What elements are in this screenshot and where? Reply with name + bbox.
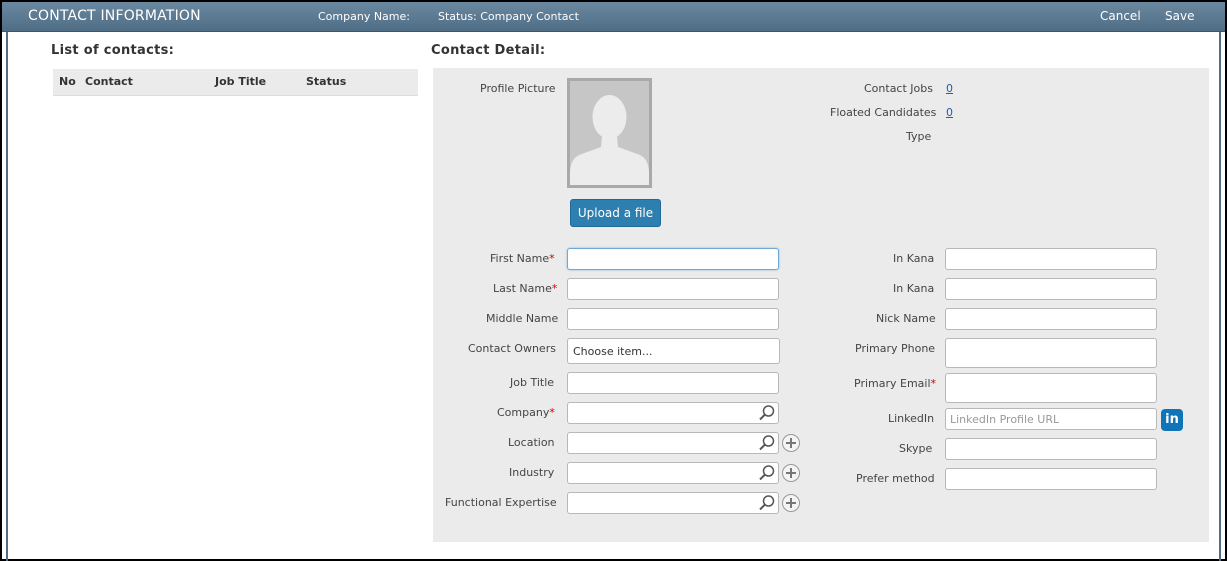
in-kana-last-input[interactable] xyxy=(945,278,1157,300)
top-bar: CONTACT INFORMATION Company Name: Status… xyxy=(2,2,1225,32)
first-name-label: First Name* xyxy=(490,252,555,265)
functional-expertise-input[interactable] xyxy=(567,492,779,514)
industry-add-icon[interactable] xyxy=(782,464,800,482)
location-search-icon[interactable] xyxy=(758,434,776,452)
first-name-input[interactable] xyxy=(567,248,779,270)
functional-expertise-add-icon[interactable] xyxy=(782,494,800,512)
job-title-input[interactable] xyxy=(567,372,779,394)
in-kana-first-input[interactable] xyxy=(945,248,1157,270)
page-title: CONTACT INFORMATION xyxy=(28,8,201,24)
linkedin-input[interactable] xyxy=(945,408,1157,430)
save-button[interactable]: Save xyxy=(1165,9,1194,23)
in-kana-last-label: In Kana xyxy=(893,282,935,295)
window-frame: CONTACT INFORMATION Company Name: Status… xyxy=(0,0,1227,561)
type-label: Type xyxy=(906,130,932,143)
prefer-method-label: Prefer method xyxy=(856,472,935,485)
column-status[interactable]: Status xyxy=(306,75,346,88)
prefer-method-input[interactable] xyxy=(945,468,1157,490)
company-label: Company* xyxy=(497,406,555,419)
last-name-input[interactable] xyxy=(567,278,779,300)
functional-expertise-search-icon[interactable] xyxy=(758,494,776,512)
nick-name-label: Nick Name xyxy=(876,312,936,325)
contact-jobs-link[interactable]: 0 xyxy=(946,82,953,95)
company-name-label: Company Name: xyxy=(318,10,410,23)
industry-label: Industry xyxy=(509,466,555,479)
industry-input[interactable] xyxy=(567,462,779,484)
linkedin-icon[interactable]: in xyxy=(1161,409,1183,431)
floated-candidates-label: Floated Candidates xyxy=(830,106,937,119)
list-header: No Contact Job Title Status xyxy=(53,69,418,96)
location-add-icon[interactable] xyxy=(782,434,800,452)
middle-name-input[interactable] xyxy=(567,308,779,330)
location-input[interactable] xyxy=(567,432,779,454)
detail-title: Contact Detail: xyxy=(431,43,546,58)
column-no[interactable]: No xyxy=(59,75,76,88)
location-label: Location xyxy=(508,436,555,449)
skype-input[interactable] xyxy=(945,438,1157,460)
column-job-title[interactable]: Job Title xyxy=(215,75,266,88)
primary-phone-label: Primary Phone xyxy=(855,342,936,355)
functional-expertise-label: Functional Expertise xyxy=(445,496,557,509)
contact-owners-label: Contact Owners xyxy=(468,342,556,355)
linkedin-label: LinkedIn xyxy=(888,412,935,425)
industry-search-icon[interactable] xyxy=(758,464,776,482)
primary-email-input[interactable] xyxy=(945,373,1157,403)
right-border xyxy=(1219,32,1221,561)
skype-label: Skype xyxy=(899,442,933,455)
left-border xyxy=(6,32,8,561)
company-search-icon[interactable] xyxy=(758,404,776,422)
in-kana-first-label: In Kana xyxy=(893,252,935,265)
nick-name-input[interactable] xyxy=(945,308,1157,330)
cancel-button[interactable]: Cancel xyxy=(1100,9,1141,23)
contact-owners-select[interactable]: Choose item... xyxy=(567,338,780,364)
column-contact[interactable]: Contact xyxy=(85,75,133,88)
job-title-label: Job Title xyxy=(510,376,555,389)
status-label: Status: Company Contact xyxy=(438,10,579,23)
last-name-label: Last Name* xyxy=(493,282,558,295)
upload-file-button[interactable]: Upload a file xyxy=(570,199,661,227)
contact-jobs-label: Contact Jobs xyxy=(864,82,933,95)
primary-phone-input[interactable] xyxy=(945,338,1157,368)
company-input[interactable] xyxy=(567,402,779,424)
profile-picture-label: Profile Picture xyxy=(480,82,556,95)
primary-email-label: Primary Email* xyxy=(854,377,937,390)
person-silhouette-icon xyxy=(570,81,649,185)
avatar[interactable] xyxy=(567,78,652,188)
list-title: List of contacts: xyxy=(51,43,175,58)
floated-candidates-link[interactable]: 0 xyxy=(946,106,953,119)
middle-name-label: Middle Name xyxy=(486,312,559,325)
